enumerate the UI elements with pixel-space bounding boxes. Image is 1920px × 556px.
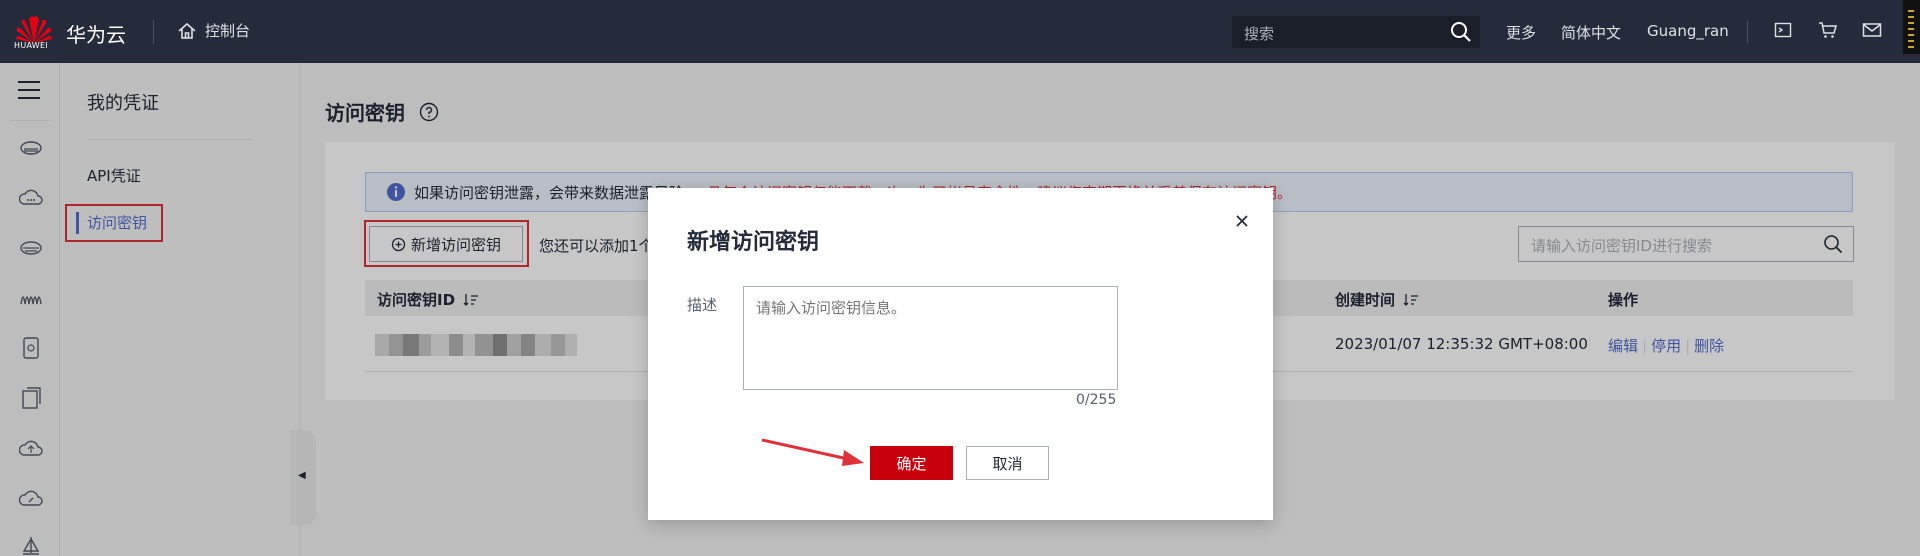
user-menu[interactable]: Guang_ran bbox=[1647, 22, 1729, 40]
description-label: 描述 bbox=[687, 296, 718, 314]
search-icon[interactable] bbox=[1450, 21, 1472, 43]
mail-icon[interactable] bbox=[1862, 21, 1882, 39]
close-icon[interactable] bbox=[1231, 210, 1253, 232]
annotation-arrow-icon bbox=[761, 438, 864, 466]
description-textarea[interactable] bbox=[743, 286, 1118, 390]
console-label: 控制台 bbox=[205, 22, 251, 40]
dialog-title: 新增访问密钥 bbox=[687, 230, 820, 255]
cart-icon[interactable] bbox=[1818, 21, 1838, 39]
console-link[interactable]: 控制台 bbox=[177, 20, 250, 41]
add-access-key-dialog: 新增访问密钥 描述 0/255 确定 取消 bbox=[648, 188, 1273, 520]
cancel-button[interactable]: 取消 bbox=[966, 446, 1049, 480]
terminal-icon[interactable] bbox=[1774, 21, 1792, 39]
global-search-input[interactable]: 搜索 bbox=[1232, 16, 1480, 48]
character-counter: 0/255 bbox=[1076, 392, 1117, 408]
top-navigation-bar: HUAWEI 华为云 控制台 搜索 更多 简体中文 Guang_ran bbox=[0, 0, 1920, 63]
search-placeholder: 搜索 bbox=[1244, 25, 1275, 43]
brand-name[interactable]: 华为云 bbox=[66, 19, 126, 48]
divider bbox=[153, 20, 154, 44]
screen-edge bbox=[1903, 0, 1920, 54]
divider bbox=[1747, 21, 1748, 43]
more-menu[interactable]: 更多 bbox=[1506, 22, 1536, 43]
language-switch[interactable]: 简体中文 bbox=[1561, 22, 1621, 43]
home-icon bbox=[178, 22, 196, 39]
confirm-button[interactable]: 确定 bbox=[870, 446, 953, 480]
logo-text: HUAWEI bbox=[14, 41, 49, 50]
